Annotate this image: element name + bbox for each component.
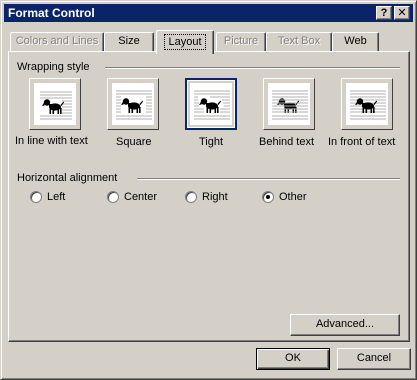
help-icon: ?	[380, 7, 388, 19]
ok-button[interactable]: OK	[256, 348, 330, 370]
dialog-title: Format Control	[8, 6, 95, 20]
close-button[interactable]: ✕	[394, 6, 410, 20]
horizontal-alignment-label: Horizontal alignment	[17, 172, 122, 184]
tab-label: Colors and Lines	[15, 35, 99, 47]
close-icon: ✕	[397, 7, 407, 19]
radio-button-checked[interactable]	[262, 191, 274, 203]
cancel-button-label: Cancel	[356, 352, 392, 364]
wrap-square-icon	[112, 83, 154, 125]
wrap-inline-option[interactable]	[29, 78, 81, 130]
wrap-in-front-of-text-label: In front of text	[328, 136, 396, 148]
tab-label: Layout	[164, 34, 206, 50]
tab-size[interactable]: Size	[104, 32, 154, 52]
wrap-behind-text-icon	[268, 83, 310, 125]
radio-label: Center	[124, 191, 158, 203]
wrap-tight-icon	[190, 83, 232, 125]
radio-label: Right	[202, 191, 228, 203]
wrap-square-option[interactable]	[107, 78, 159, 130]
wrap-inline-icon	[34, 83, 76, 125]
help-button[interactable]: ?	[376, 6, 392, 20]
tab-text-box[interactable]: Text Box	[266, 32, 332, 52]
wrap-tight-label: Tight	[199, 136, 224, 148]
tab-layout[interactable]: Layout	[156, 30, 214, 54]
layout-tab-panel: Wrapping style In line with text Square …	[8, 51, 410, 342]
tab-label: Text Box	[277, 35, 321, 47]
divider	[137, 178, 400, 180]
format-control-dialog: Format Control ? ✕ Colors and Lines Size…	[0, 0, 417, 380]
tab-label: Picture	[223, 35, 259, 47]
wrap-in-front-of-text-option[interactable]	[341, 78, 393, 130]
radio-label: Other	[279, 191, 307, 203]
tab-label: Web	[344, 35, 367, 47]
radio-button[interactable]	[185, 191, 197, 203]
tab-label: Size	[118, 35, 140, 47]
wrap-tight-option[interactable]	[185, 78, 237, 130]
title-bar[interactable]: Format Control ? ✕	[4, 4, 413, 22]
wrap-in-front-of-text-icon	[346, 83, 388, 125]
divider	[105, 67, 400, 69]
ok-button-label: OK	[285, 352, 301, 364]
cancel-button[interactable]: Cancel	[337, 348, 411, 370]
radio-button[interactable]	[30, 191, 42, 203]
radio-button[interactable]	[107, 191, 119, 203]
radio-label: Left	[47, 191, 66, 203]
tab-colors-and-lines[interactable]: Colors and Lines	[10, 32, 104, 52]
wrap-square-label: Square	[116, 136, 152, 148]
advanced-button[interactable]: Advanced...	[290, 314, 400, 336]
tab-picture[interactable]: Picture	[216, 32, 266, 52]
wrap-behind-text-option[interactable]	[263, 78, 315, 130]
wrapping-style-label: Wrapping style	[17, 61, 94, 73]
wrap-behind-text-label: Behind text	[259, 136, 315, 148]
wrap-inline-label: In line with text	[15, 135, 88, 147]
advanced-button-label: Advanced...	[315, 318, 375, 330]
tab-web[interactable]: Web	[332, 32, 379, 52]
